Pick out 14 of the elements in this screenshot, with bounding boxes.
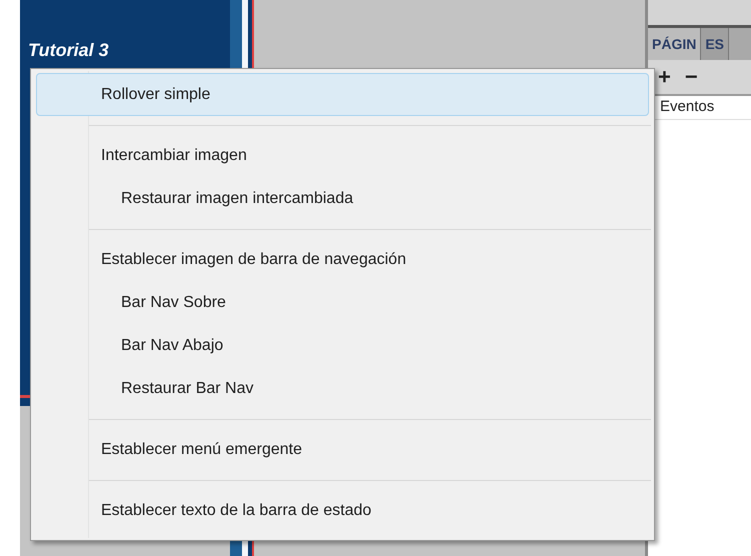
panel-tab[interactable]: PÁGIN [648,28,702,60]
menu-item[interactable]: Establecer menú emergente [36,428,649,471]
panel-tab[interactable]: ES [701,28,730,60]
sidebar-item[interactable]: Tutorial 3 [20,38,230,62]
menu-item[interactable]: Restaurar imagen intercambiada [36,177,649,220]
toolbar-button[interactable]: + [658,66,671,88]
menu-item[interactable]: Establecer texto de la barra de estado [36,489,649,532]
menu-item[interactable]: Bar Nav Sobre [36,281,649,324]
menu-item[interactable]: Intercambiar imagen [36,134,649,177]
menu-item[interactable]: Bar Nav Abajo [36,324,649,367]
toolbar-button[interactable]: − [684,66,698,88]
menu-item[interactable]: Rollover simple [36,73,649,116]
menu-item[interactable]: Restaurar Bar Nav [36,367,649,410]
menu-item[interactable]: Establecer imagen de barra de navegación [36,238,649,281]
